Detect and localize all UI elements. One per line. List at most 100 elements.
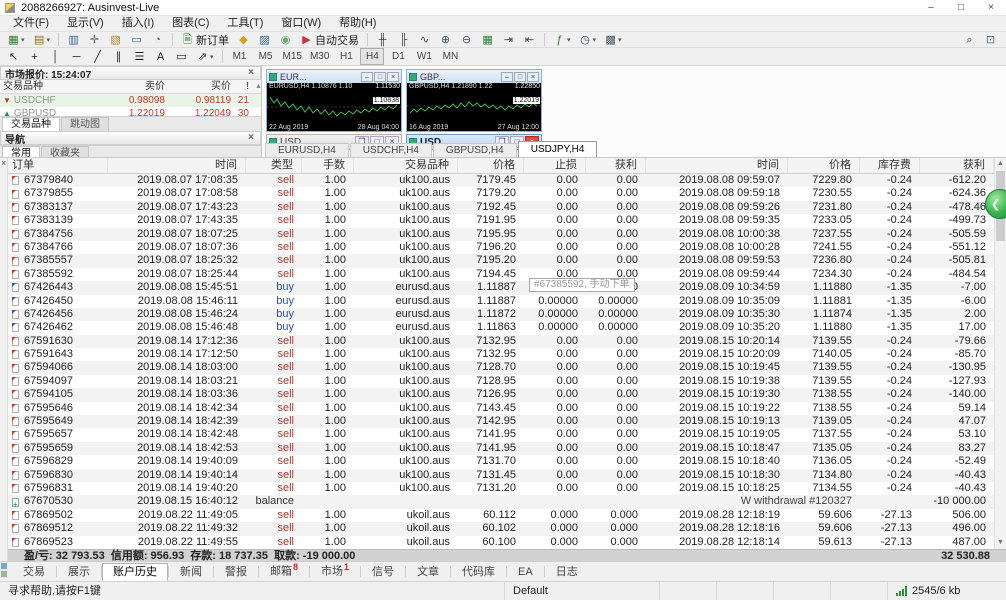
market-watch-row-gbpusd[interactable]: ▲ GBPUSD 1.22019 1.22049 30 <box>0 107 261 116</box>
tab-alerts[interactable]: 警报 <box>214 563 258 581</box>
equidistant-channel-tool-button[interactable]: ∥ <box>109 49 128 64</box>
table-row[interactable]: 67594097 2019.08.14 18:03:21 sell 1.00 uk100… <box>8 375 994 388</box>
chart-window-titlebar[interactable]: GBP... – □ × <box>407 70 541 83</box>
text-tool-button[interactable]: A <box>151 49 170 64</box>
terminal-close-icon[interactable]: × <box>0 159 6 168</box>
status-profile[interactable]: Default <box>505 582 660 600</box>
table-row[interactable]: 67426456 2019.08.08 15:46:24 buy 1.00 eurusd… <box>8 307 994 322</box>
table-row[interactable]: 67594105 2019.08.14 18:03:36 sell 1.00 uk100… <box>8 388 994 402</box>
tab-ea[interactable]: EA <box>507 563 544 581</box>
search-button[interactable]: ⌕ <box>960 32 979 47</box>
chart-minimize-button[interactable]: – <box>361 71 373 82</box>
menu-item-help[interactable]: 帮助(H) <box>330 16 385 31</box>
table-row[interactable]: 67595649 2019.08.14 18:42:39 sell 1.00 uk100… <box>8 415 994 429</box>
table-row[interactable]: 67379855 2019.08.07 17:08:58 sell 1.00 uk100… <box>8 187 994 200</box>
tab-news[interactable]: 新闻 <box>169 563 213 581</box>
timeframe-d1-button[interactable]: D1 <box>386 48 410 65</box>
table-row[interactable]: 67594066 2019.08.14 18:03:00 sell 1.00 uk100… <box>8 361 994 375</box>
navigator-close-icon[interactable]: × <box>246 132 256 144</box>
table-row[interactable]: 67385592 2019.08.07 18:25:44 sell 1.00 uk100… <box>8 268 994 281</box>
templates-button[interactable]: ▩ ▾ <box>601 32 625 47</box>
candlestick-mode-button[interactable]: ╟ <box>394 32 413 47</box>
status-connection[interactable]: 2545/6 kb <box>888 582 1006 600</box>
data-window-button[interactable]: ✛ <box>85 32 104 47</box>
tile-windows-button[interactable]: ▦ <box>478 32 497 47</box>
chart-canvas[interactable]: GBPUSD,H4 1.21890 1.22 1.22850 1.22019 1… <box>407 83 541 131</box>
market-watch-tab-交易品种[interactable]: 交易品种 <box>2 117 60 131</box>
tab-signals[interactable]: 信号 <box>361 563 405 581</box>
chart-shift-button[interactable]: ⇤ <box>520 32 539 47</box>
autotrading-button[interactable]: ▶ 自动交易 <box>297 32 362 47</box>
table-row[interactable]: 67426462 2019.08.08 15:46:48 buy 1.00 eurusd… <box>8 321 994 334</box>
new-chart-button[interactable]: ▦ ▾ <box>4 32 28 47</box>
tab-journal[interactable]: 日志 <box>545 563 589 581</box>
table-row[interactable]: 67384756 2019.08.07 18:07:25 sell 1.00 uk100… <box>8 227 994 241</box>
table-row[interactable]: 67383139 2019.08.07 17:43:35 sell 1.00 uk100… <box>8 214 994 227</box>
vertical-line-tool-button[interactable]: │ <box>46 49 65 64</box>
tab-trade[interactable]: 交易 <box>12 563 56 581</box>
chart-close-button[interactable]: × <box>387 71 399 82</box>
chart-tab-eurusdh4[interactable]: EURUSD,H4 <box>265 143 349 157</box>
timeframe-h1-button[interactable]: H1 <box>334 48 358 65</box>
terminal-toggle-button[interactable]: ▭ <box>127 32 146 47</box>
auto-scroll-button[interactable]: ⇥ <box>499 32 518 47</box>
chart-window-titlebar[interactable]: EUR... – □ × <box>267 70 401 83</box>
metaeditor-button[interactable]: ◆ <box>234 32 253 47</box>
table-row[interactable]: 67869502 2019.08.22 11:49:05 sell 1.00 ukoil… <box>8 509 994 522</box>
zoom-out-button[interactable]: ⊖ <box>457 32 476 47</box>
tab-mailbox[interactable]: 邮箱8 <box>259 558 309 581</box>
new-order-button[interactable]: 🗎 新订单 <box>178 32 232 47</box>
menu-item-window[interactable]: 窗口(W) <box>272 16 330 31</box>
market-watch-titlebar[interactable]: 市场报价: 15:24:07 × <box>0 66 261 81</box>
scroll-down-icon[interactable]: ▼ <box>995 537 1006 549</box>
timeframe-mn-button[interactable]: MN <box>438 48 462 65</box>
table-row[interactable]: 67591630 2019.08.14 17:12:36 sell 1.00 uk100… <box>8 334 994 349</box>
table-row[interactable]: 67426443 2019.08.08 15:45:51 buy 1.00 eurusd… <box>8 281 994 295</box>
tab-market[interactable]: 市场1 <box>310 558 360 581</box>
table-row[interactable]: 67596830 2019.08.14 19:40:14 sell 1.00 uk100… <box>8 468 994 482</box>
menu-item-charts[interactable]: 图表(C) <box>163 16 218 31</box>
tab-exposure[interactable]: 展示 <box>57 563 101 581</box>
chart-window-gbpusd[interactable]: GBP... – □ × GBPUSD,H4 1.21890 1.22 1.22… <box>406 69 542 132</box>
timeframe-m1-button[interactable]: M1 <box>228 48 252 65</box>
profiles-button[interactable]: ▤ ▾ <box>30 32 54 47</box>
table-row[interactable]: 67595659 2019.08.14 18:42:53 sell 1.00 uk100… <box>8 441 994 456</box>
cursor-tool-button[interactable]: ↖ <box>4 49 23 64</box>
table-row[interactable]: 67596831 2019.08.14 19:40:20 sell 1.00 uk100… <box>8 482 994 495</box>
periods-button[interactable]: ◷ ▾ <box>576 32 600 47</box>
table-row[interactable]: 67383137 2019.08.07 17:43:23 sell 1.00 uk100… <box>8 200 994 215</box>
table-row[interactable]: 67384766 2019.08.07 18:07:36 sell 1.00 uk100… <box>8 241 994 254</box>
chat-button[interactable]: ⊡ <box>981 32 1000 47</box>
navigator-titlebar[interactable]: 导航 × <box>0 131 261 146</box>
chart-tab-usdjpyh4[interactable]: USDJPY,H4 <box>517 141 598 157</box>
table-row[interactable]: 67385557 2019.08.07 18:25:32 sell 1.00 uk100… <box>8 254 994 268</box>
tab-codebase[interactable]: 代码库 <box>451 563 506 581</box>
window-close-button[interactable]: × <box>976 0 1006 15</box>
arrows-tool-button[interactable]: ⇗ ▾ <box>193 49 217 64</box>
timeframe-w1-button[interactable]: W1 <box>412 48 436 65</box>
indicators-button[interactable]: ƒ ▾ <box>550 32 574 47</box>
menu-item-insert[interactable]: 插入(I) <box>113 16 163 31</box>
menu-item-view[interactable]: 显示(V) <box>58 16 113 31</box>
chart-window-eurusd[interactable]: EUR... – □ × EURUSD,H4 1.10876 1.10 1.11… <box>266 69 402 132</box>
scroll-up-icon[interactable]: ▲ <box>995 158 1006 170</box>
chart-minimize-button[interactable]: – <box>501 71 513 82</box>
chart-maximize-button[interactable]: □ <box>374 71 386 82</box>
chart-close-button[interactable]: × <box>527 71 539 82</box>
market-watch-row-usdchf[interactable]: ▼ USDCHF 0.98098 0.98119 21 <box>0 94 261 107</box>
timeframe-m30-button[interactable]: M30 <box>307 48 332 65</box>
market-watch-toggle-button[interactable]: ▥ <box>64 32 83 47</box>
table-row[interactable]: 67670530 2019.08.15 16:40:12 balance W with… <box>8 495 994 509</box>
table-row[interactable]: 67596829 2019.08.14 19:40:09 sell 1.00 uk100… <box>8 455 994 468</box>
market-watch-close-icon[interactable]: × <box>246 67 256 79</box>
bar-chart-mode-button[interactable]: ╫ <box>373 32 392 47</box>
window-minimize-button[interactable]: – <box>916 0 946 15</box>
trendline-tool-button[interactable]: ╱ <box>88 49 107 64</box>
table-row[interactable]: 67869512 2019.08.22 11:49:32 sell 1.00 ukoil… <box>8 522 994 536</box>
table-row[interactable]: 67379840 2019.08.07 17:08:35 sell 1.00 uk100… <box>8 174 994 188</box>
fibonacci-tool-button[interactable]: ☰ <box>130 49 149 64</box>
scroll-up-icon[interactable]: ▲ <box>252 80 262 93</box>
table-row[interactable]: 67595646 2019.08.14 18:42:34 sell 1.00 uk100… <box>8 402 994 415</box>
strategy-tester-button[interactable]: ◔ <box>148 32 167 47</box>
chart-maximize-button[interactable]: □ <box>514 71 526 82</box>
